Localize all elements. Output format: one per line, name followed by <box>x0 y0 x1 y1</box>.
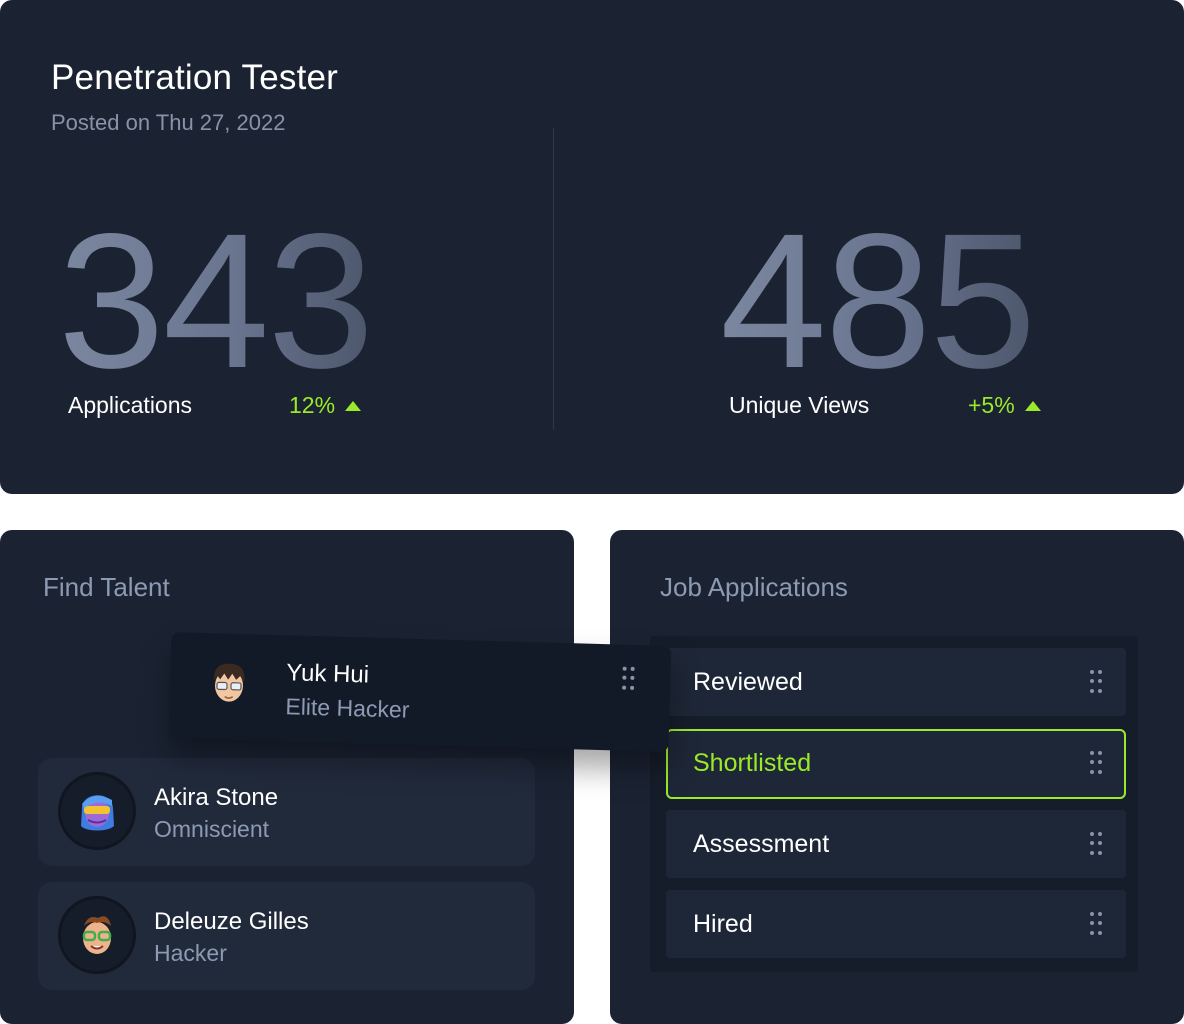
avatar-akira-icon <box>81 795 114 831</box>
stage-assessment[interactable]: Assessment <box>666 810 1126 878</box>
stage-label: Assessment <box>693 830 830 858</box>
applications-count: 343 <box>58 193 374 408</box>
drag-handle-icon[interactable] <box>622 666 635 691</box>
views-change-value: +5% <box>968 392 1015 418</box>
avatar-yuk-hui-icon <box>214 663 245 702</box>
avatar <box>58 896 136 974</box>
talent-role: Omniscient <box>154 816 270 842</box>
job-title: Penetration Tester <box>51 58 339 97</box>
talent-item-akira[interactable]: Akira Stone Omniscient <box>38 758 535 866</box>
applications-change: 12% <box>289 392 362 419</box>
talent-item-deleuze[interactable]: Deleuze Gilles Hacker <box>38 882 535 990</box>
drag-handle-icon[interactable] <box>1090 832 1102 856</box>
drag-handle-icon[interactable] <box>1090 912 1102 936</box>
views-count: 485 <box>720 193 1036 408</box>
talent-role: Elite Hacker <box>285 693 410 723</box>
dragging-talent-card[interactable]: Yuk Hui Elite Hacker <box>168 632 672 752</box>
trend-up-icon <box>345 400 362 411</box>
stage-list: Reviewed Shortlisted Assessment Hired <box>650 636 1138 972</box>
find-talent-title: Find Talent <box>43 572 170 602</box>
metrics-divider <box>553 128 554 430</box>
talent-name: Akira Stone <box>154 784 279 811</box>
drag-handle-icon[interactable] <box>1090 751 1102 775</box>
avatar <box>58 772 136 850</box>
job-summary-card: Penetration Tester Posted on Thu 27, 202… <box>0 0 1184 494</box>
applications-change-value: 12% <box>289 392 336 418</box>
find-talent-card: Find Talent Akira Stone Omniscient Deleu… <box>0 530 574 1024</box>
stage-label: Reviewed <box>693 668 803 696</box>
job-applications-title: Job Applications <box>660 572 848 602</box>
stage-reviewed[interactable]: Reviewed <box>666 648 1126 716</box>
trend-up-icon <box>1024 400 1041 411</box>
stage-shortlisted[interactable]: Shortlisted <box>666 729 1126 799</box>
stage-hired[interactable]: Hired <box>666 890 1126 958</box>
applications-label: Applications <box>68 392 193 418</box>
views-change: +5% <box>968 392 1041 419</box>
stage-label: Hired <box>693 910 753 938</box>
stage-label: Shortlisted <box>693 749 812 777</box>
talent-role: Hacker <box>154 940 227 966</box>
talent-name: Yuk Hui <box>286 659 370 689</box>
job-applications-card: Job Applications Reviewed Shortlisted As… <box>610 530 1184 1024</box>
drag-handle-icon[interactable] <box>1090 670 1102 694</box>
views-label: Unique Views <box>729 392 870 418</box>
avatar-deleuze-icon <box>82 916 112 954</box>
posted-date: Posted on Thu 27, 2022 <box>51 110 286 135</box>
talent-name: Deleuze Gilles <box>154 908 309 935</box>
